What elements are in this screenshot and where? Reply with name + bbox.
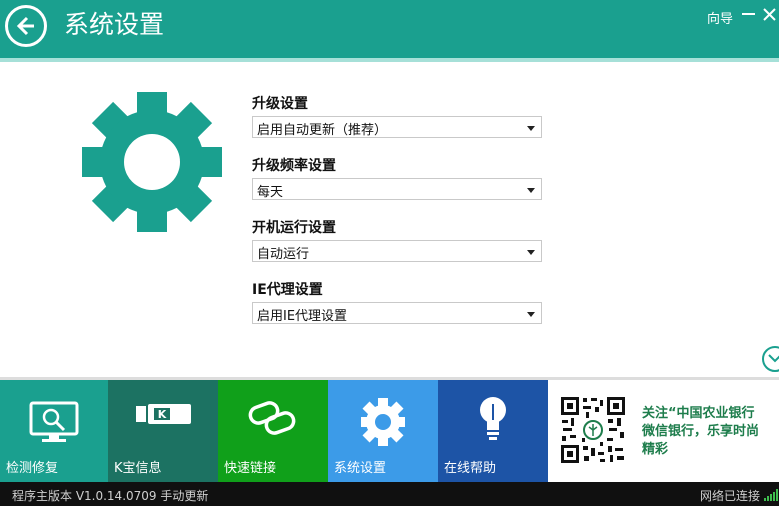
qr-code-icon <box>560 396 626 464</box>
close-button[interactable] <box>761 5 779 23</box>
tile-online-help-label: 在线帮助 <box>444 461 497 476</box>
chevron-down-icon <box>527 250 535 255</box>
chevron-down-icon <box>527 312 535 317</box>
tile-kbao-info-label: K宝信息 <box>114 461 162 476</box>
tile-system-settings-label: 系统设置 <box>334 461 387 476</box>
upgrade-setting-value: 启用自动更新（推荐） <box>257 123 388 138</box>
ie-proxy-value: 启用IE代理设置 <box>257 309 348 324</box>
wechat-promo: 关注“中国农业银行 微信银行，乐享时尚 精彩 <box>548 380 779 482</box>
minimize-icon <box>742 13 755 15</box>
upgrade-setting-label: 升级设置 <box>252 96 308 112</box>
ie-proxy-select[interactable]: 启用IE代理设置 <box>252 302 542 324</box>
settings-gear-icon <box>82 92 222 232</box>
gear-icon <box>361 398 405 446</box>
tile-online-help[interactable]: 在线帮助 <box>438 380 548 482</box>
startup-run-label: 开机运行设置 <box>252 220 336 236</box>
chevron-down-icon <box>768 354 779 363</box>
arrow-left-icon <box>16 16 34 36</box>
tile-quick-link-label: 快速链接 <box>224 461 277 476</box>
upgrade-frequency-select[interactable]: 每天 <box>252 178 542 200</box>
upgrade-frequency-label: 升级频率设置 <box>252 158 336 174</box>
version-text: 程序主版本 V1.0.14.0709 手动更新 <box>12 489 209 503</box>
monitor-search-icon <box>29 401 79 442</box>
promo-text: 关注“中国农业银行 微信银行，乐享时尚 精彩 <box>642 406 760 457</box>
signal-icon <box>764 489 778 501</box>
ie-proxy-label: IE代理设置 <box>252 282 323 298</box>
back-button[interactable] <box>5 5 47 47</box>
page-title: 系统设置 <box>64 10 165 39</box>
title-bar: 系统设置 向导 <box>0 0 779 58</box>
tile-system-settings[interactable]: 系统设置 <box>328 380 438 482</box>
tile-kbao-info[interactable]: K K宝信息 <box>108 380 218 482</box>
tile-detect-repair[interactable]: 检测修复 <box>0 380 110 482</box>
chevron-down-icon <box>527 188 535 193</box>
network-status-text: 网络已连接 <box>700 489 761 503</box>
tile-quick-link[interactable]: 快速链接 <box>218 380 328 482</box>
usb-key-icon: K <box>136 404 191 424</box>
minimize-button[interactable] <box>740 5 758 23</box>
svg-text:K: K <box>158 408 167 421</box>
upgrade-setting-select[interactable]: 启用自动更新（推荐） <box>252 116 542 138</box>
guide-button[interactable]: 向导 <box>707 8 733 27</box>
chevron-down-icon <box>527 126 535 131</box>
scroll-down-button[interactable] <box>762 346 779 372</box>
startup-run-value: 自动运行 <box>257 247 310 262</box>
close-icon <box>763 8 776 21</box>
link-icon <box>248 401 296 435</box>
tile-detect-repair-label: 检测修复 <box>6 461 59 476</box>
startup-run-select[interactable]: 自动运行 <box>252 240 542 262</box>
status-bar: 程序主版本 V1.0.14.0709 手动更新 网络已连接 <box>0 482 779 506</box>
upgrade-frequency-value: 每天 <box>257 185 284 200</box>
lightbulb-icon <box>480 397 506 440</box>
header-divider <box>0 58 779 62</box>
